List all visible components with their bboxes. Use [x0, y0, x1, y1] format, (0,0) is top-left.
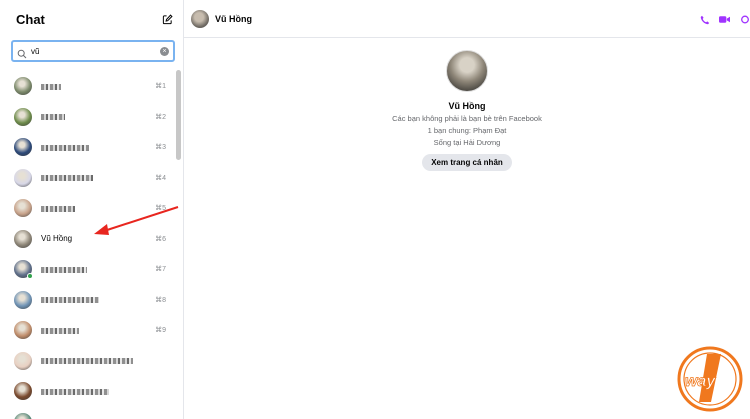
messenger-app: Chat × ⌘1 ⌘2 ⌘3 ⌘4 ⌘5 Vũ Hồng ⌘6 ⌘7 ⌘8 ⌘9 Vũ Hồng [0, 0, 750, 419]
avatar [14, 321, 32, 340]
avatar [14, 290, 32, 309]
redacted-name [41, 144, 89, 151]
avatar [14, 77, 32, 96]
chat-list-item[interactable] [0, 376, 176, 407]
video-icon[interactable] [719, 14, 730, 25]
chat-list-item[interactable]: ⌘4 [0, 163, 176, 194]
header-actions [699, 14, 750, 25]
search-box[interactable]: × [11, 40, 175, 62]
search-icon [17, 46, 27, 59]
redacted-name [41, 297, 99, 304]
phone-icon[interactable] [699, 14, 710, 25]
chat-name [41, 82, 151, 91]
clear-search-icon[interactable]: × [160, 46, 169, 56]
profile-card: Vũ Hồng Các bạn không phải là bạn bè trê… [184, 50, 750, 171]
avatar [14, 168, 32, 187]
avatar [14, 412, 32, 419]
watermark-logo: way [677, 346, 743, 412]
redacted-name [41, 388, 109, 395]
avatar [14, 382, 32, 401]
chat-list-item[interactable]: ⌘5 [0, 193, 176, 224]
profile-name: Vũ Hồng [448, 101, 486, 111]
profile-mutual-friends: 1 bạn chung: Phạm Đạt [427, 126, 507, 135]
chat-list-item[interactable] [0, 346, 176, 377]
profile-avatar[interactable] [446, 50, 488, 92]
conversation-pane: Vũ Hồng Vũ Hồng Các bạn không phải là bạ… [184, 0, 750, 419]
avatar [14, 351, 32, 370]
conversation-search-icon[interactable] [739, 14, 750, 25]
chat-name [41, 173, 151, 182]
chat-list-item[interactable]: ⌘1 [0, 71, 176, 102]
keyboard-shortcut: ⌘5 [155, 205, 166, 213]
redacted-name [41, 83, 61, 90]
chat-list-item[interactable]: ⌘8 [0, 285, 176, 316]
chat-list-item[interactable]: ⌘2 [0, 102, 176, 133]
chat-name [41, 112, 151, 121]
keyboard-shortcut: ⌘4 [155, 174, 166, 182]
chat-list: ⌘1 ⌘2 ⌘3 ⌘4 ⌘5 Vũ Hồng ⌘6 ⌘7 ⌘8 ⌘9 [0, 71, 176, 419]
search-input[interactable] [27, 46, 160, 56]
avatar [14, 199, 32, 218]
profile-friend-status: Các bạn không phải là bạn bè trên Facebo… [392, 114, 542, 123]
conversation-header: Vũ Hồng [184, 0, 750, 38]
compose-icon[interactable] [160, 12, 174, 26]
view-profile-button[interactable]: Xem trang cá nhân [422, 154, 512, 171]
sidebar-title: Chat [16, 11, 45, 27]
avatar [14, 138, 32, 157]
chat-list-item[interactable] [0, 407, 176, 419]
conversation-title[interactable]: Vũ Hồng [215, 14, 252, 24]
redacted-name [41, 175, 93, 182]
profile-location: Sống tại Hải Dương [433, 138, 501, 147]
sidebar-scrollbar[interactable] [176, 70, 181, 160]
redacted-name [41, 205, 75, 212]
keyboard-shortcut: ⌘6 [155, 235, 166, 243]
redacted-name [41, 327, 79, 334]
chat-name [41, 356, 162, 365]
redacted-name [41, 358, 133, 365]
chat-name [41, 265, 151, 274]
svg-text:way: way [685, 373, 716, 390]
chat-name [41, 143, 151, 152]
keyboard-shortcut: ⌘3 [155, 144, 166, 152]
chat-name [41, 204, 151, 213]
sidebar-header: Chat [0, 0, 183, 38]
avatar [14, 260, 33, 280]
chat-list-item[interactable]: ⌘3 [0, 132, 176, 163]
chat-sidebar: Chat × ⌘1 ⌘2 ⌘3 ⌘4 ⌘5 Vũ Hồng ⌘6 ⌘7 ⌘8 ⌘9 [0, 0, 184, 419]
chat-list-item[interactable]: Vũ Hồng ⌘6 [0, 224, 176, 255]
chat-list-item[interactable]: ⌘7 [0, 254, 176, 285]
keyboard-shortcut: ⌘8 [155, 296, 166, 304]
chat-name [41, 295, 151, 304]
chat-name [41, 326, 151, 335]
keyboard-shortcut: ⌘2 [155, 113, 166, 121]
redacted-name [41, 266, 87, 273]
keyboard-shortcut: ⌘1 [155, 83, 166, 91]
redacted-name [41, 114, 65, 121]
avatar [14, 107, 32, 126]
keyboard-shortcut: ⌘7 [155, 266, 166, 274]
online-indicator [27, 273, 33, 280]
avatar [14, 229, 32, 248]
avatar[interactable] [191, 9, 209, 28]
chat-name [41, 387, 162, 396]
keyboard-shortcut: ⌘9 [155, 327, 166, 335]
chat-name: Vũ Hồng [41, 234, 73, 244]
chat-list-item[interactable]: ⌘9 [0, 315, 176, 346]
